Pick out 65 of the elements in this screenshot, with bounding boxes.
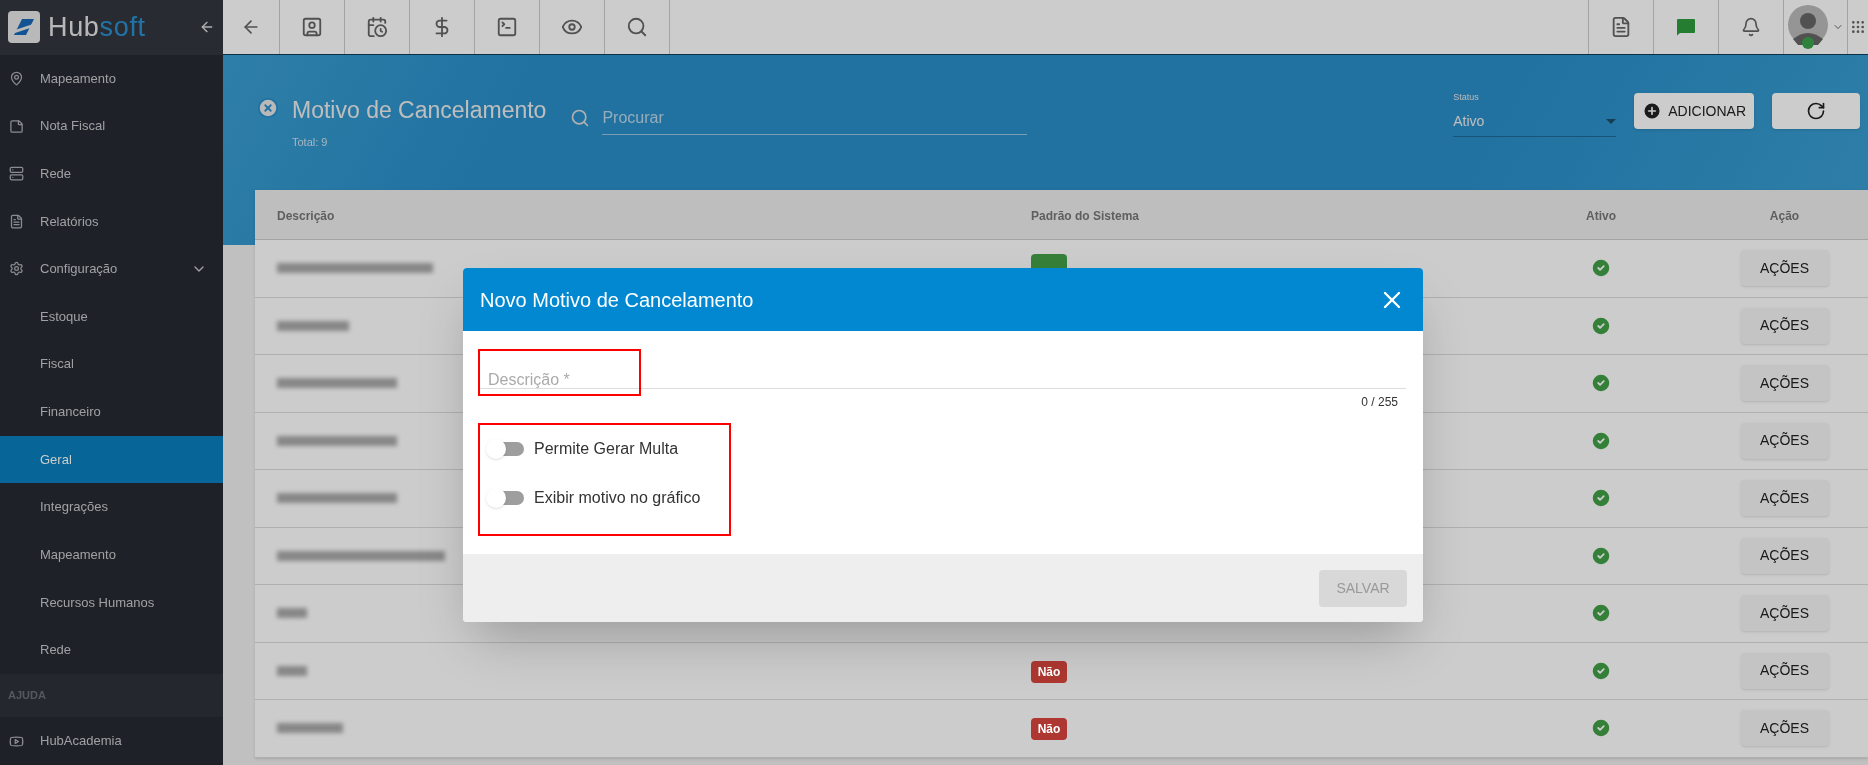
sidebar-item[interactable]: Relatórios	[0, 197, 223, 246]
plus-icon	[1642, 101, 1663, 121]
avatar-icon[interactable]	[1787, 5, 1830, 49]
add-button[interactable]: ADICIONAR	[1634, 93, 1754, 129]
toggle-label: Exibir motivo no gráfico	[534, 488, 701, 508]
actions-button[interactable]: AÇÕES	[1740, 365, 1829, 402]
actions-button[interactable]: AÇÕES	[1740, 422, 1829, 459]
sidebar-item[interactable]: Recursos Humanos	[0, 578, 223, 627]
column-header: Ação	[1769, 208, 1800, 223]
sidebar-item[interactable]: Mapeamento	[0, 54, 223, 103]
sidebar-item[interactable]: Rede	[0, 149, 223, 198]
sidebar-item[interactable]: Fiscal	[0, 340, 223, 388]
sidebar-item[interactable]: Mapeamento	[0, 530, 223, 579]
calendar-clock-icon[interactable]	[366, 16, 388, 38]
status-badge: Não	[1031, 718, 1067, 741]
menu-icon	[9, 261, 24, 277]
pdf-icon[interactable]	[1610, 16, 1632, 38]
description-field[interactable]: Descrição *	[478, 349, 641, 396]
menu-icon	[9, 213, 24, 229]
contact-card-icon[interactable]	[301, 16, 323, 38]
actions-button[interactable]: AÇÕES	[1740, 537, 1829, 574]
actions-button[interactable]: AÇÕES	[1740, 307, 1829, 344]
column-header: Padrão do Sistema	[1031, 208, 1140, 223]
sidebar-item[interactable]: HubAcademia	[0, 717, 223, 765]
toggle-label: Permite Gerar Multa	[534, 439, 679, 459]
toggle-switch[interactable]	[488, 491, 524, 505]
sidebar-item[interactable]: Integrações	[0, 483, 223, 531]
refresh-icon	[1806, 101, 1826, 121]
redacted-text	[277, 608, 307, 619]
dialog-title: Novo Motivo de Cancelamento	[480, 287, 754, 313]
logo-icon	[8, 11, 40, 44]
redacted-text	[277, 665, 307, 676]
actions-button[interactable]: AÇÕES	[1740, 652, 1829, 689]
menu-icon	[9, 70, 24, 86]
apps-icon[interactable]	[1850, 19, 1866, 35]
menu-icon	[9, 166, 24, 182]
menu-icon	[9, 118, 24, 134]
search-icon	[570, 108, 591, 128]
actions-button[interactable]: AÇÕES	[1740, 595, 1829, 632]
redacted-text	[277, 723, 343, 734]
refresh-button[interactable]	[1772, 93, 1860, 129]
column-header: Descrição	[277, 208, 335, 223]
column-header: Ativo	[1586, 208, 1616, 223]
sidebar-item[interactable]: Financeiro	[0, 387, 223, 436]
search-field[interactable]: Procurar	[602, 101, 1028, 135]
sidebar-item[interactable]: Nota Fiscal	[0, 102, 223, 150]
bell-icon[interactable]	[1741, 17, 1761, 37]
actions-button[interactable]: AÇÕES	[1740, 250, 1829, 287]
close-icon[interactable]	[257, 97, 279, 119]
total-count: Total: 9	[292, 134, 329, 150]
redacted-text	[277, 320, 349, 331]
sidebar-item[interactable]: Configuração	[0, 245, 223, 293]
toggle-switch[interactable]	[488, 442, 524, 456]
sidebar-item[interactable]: Rede	[0, 626, 223, 674]
actions-button[interactable]: AÇÕES	[1740, 480, 1829, 517]
status-badge: Não	[1031, 660, 1067, 683]
menu-icon	[9, 733, 24, 749]
logo-text: Hubsoft	[48, 13, 146, 41]
character-counter: 0 / 255	[1361, 394, 1398, 411]
page-title: Motivo de Cancelamento	[292, 96, 547, 125]
terminal-icon[interactable]	[496, 16, 518, 38]
sidebar-item[interactable]: Estoque	[0, 292, 223, 341]
search-icon[interactable]	[626, 16, 648, 38]
sidebar-item[interactable]: Geral	[0, 435, 223, 484]
actions-button[interactable]: AÇÕES	[1740, 710, 1829, 747]
